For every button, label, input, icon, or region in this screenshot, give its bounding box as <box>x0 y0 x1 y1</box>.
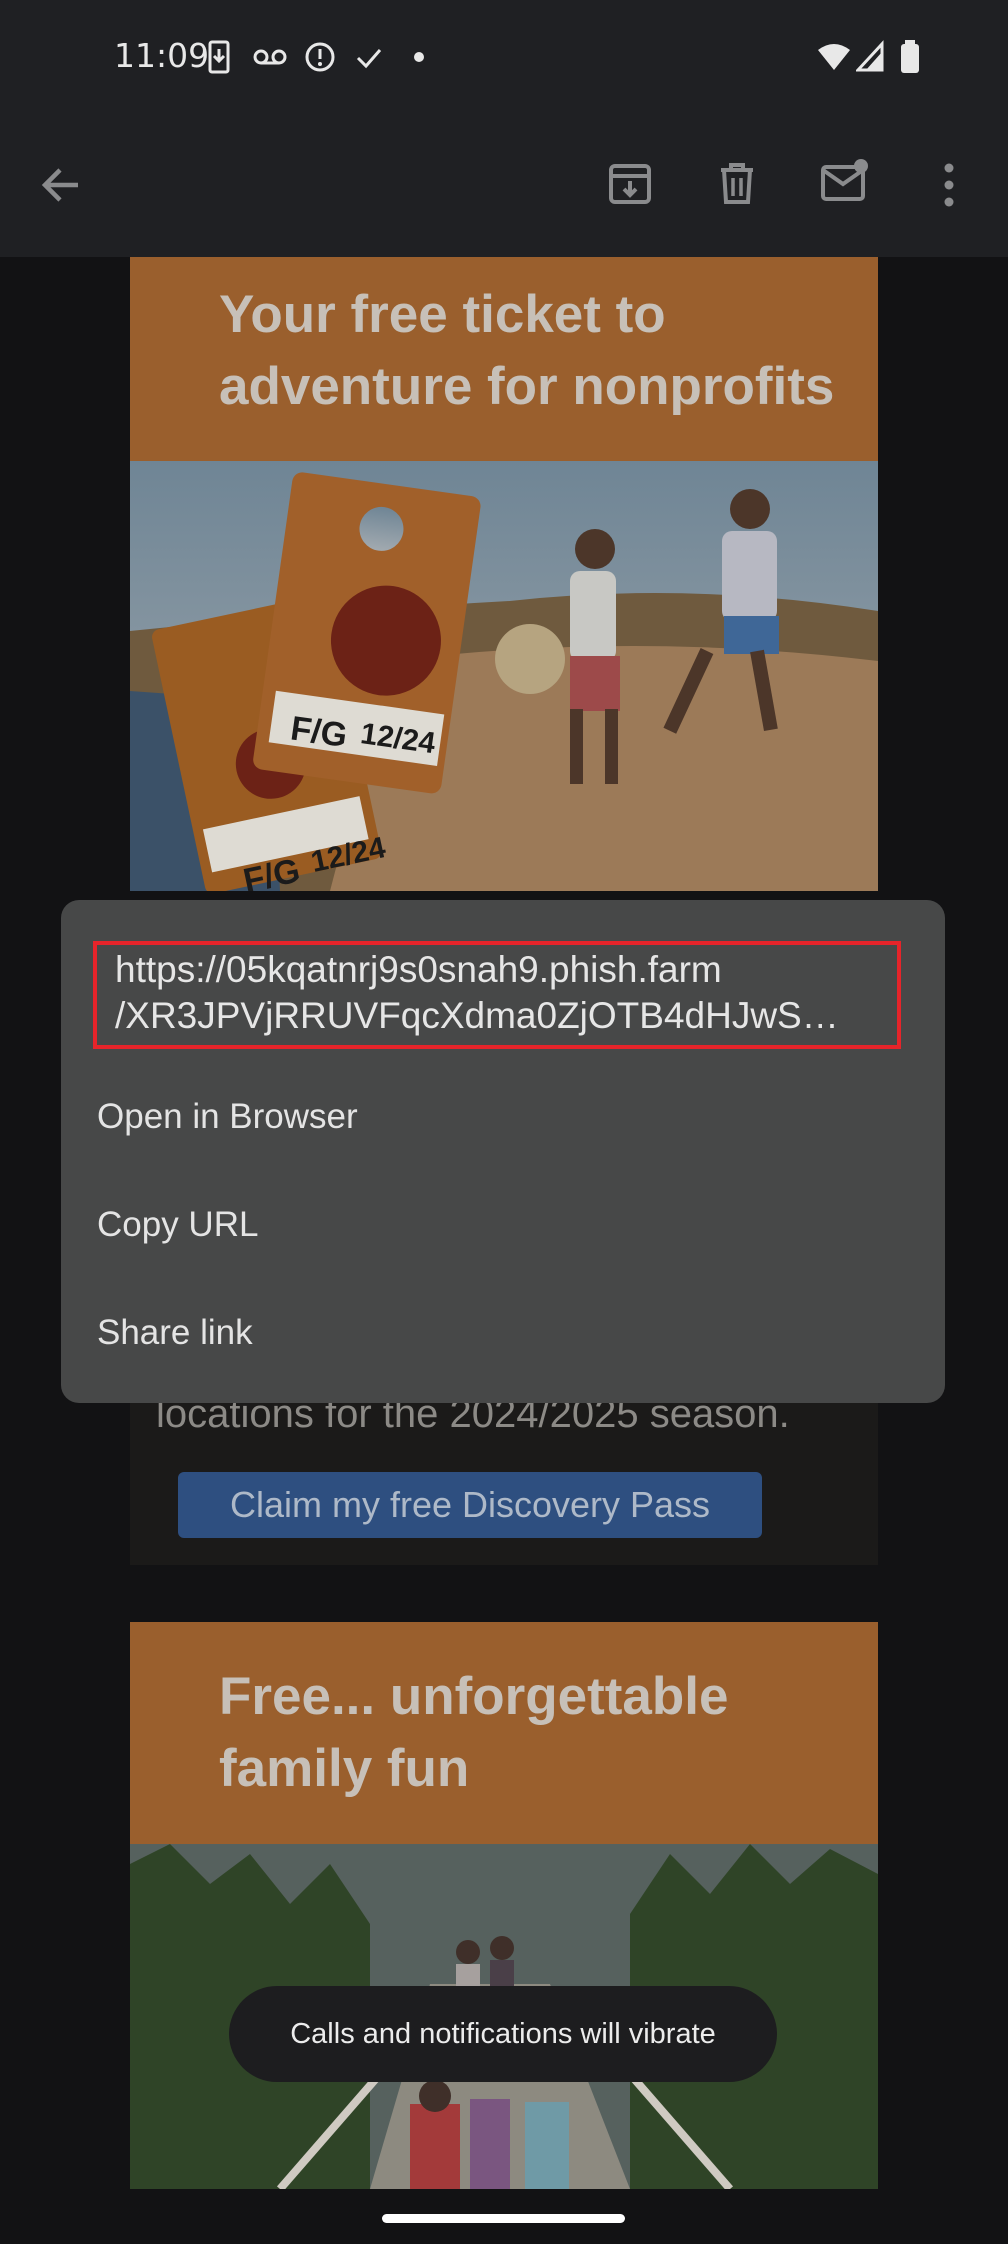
beach-pass-image[interactable]: F/G 12/24 F/G 12/24 <box>130 461 878 891</box>
url-line-2: /XR3JPVjRRUVFqcXdma0ZjOTB4dHJwS… <box>115 995 839 1036</box>
battery-icon <box>901 40 919 73</box>
more-vert-icon[interactable] <box>940 162 958 208</box>
app-bar <box>0 112 1008 257</box>
mark-unread-icon[interactable] <box>820 158 870 204</box>
vibrate-toast: Calls and notifications will vibrate <box>229 1986 777 2082</box>
pass-label-2: F/G <box>288 709 349 755</box>
signal-icon <box>856 40 884 72</box>
card2-title-line1: Free... unforgettable <box>219 1667 729 1726</box>
menu-item-share-link[interactable]: Share link <box>97 1313 253 1353</box>
back-arrow-icon[interactable] <box>38 162 84 208</box>
claim-pass-button[interactable]: Claim my free Discovery Pass <box>178 1472 762 1538</box>
check-icon <box>356 49 382 69</box>
menu-item-open-in-browser[interactable]: Open in Browser <box>97 1097 358 1137</box>
download-icon <box>208 40 230 74</box>
voicemail-icon <box>253 49 287 65</box>
wifi-icon <box>818 44 850 70</box>
status-bar: 11:09 <box>0 0 1008 112</box>
archive-icon[interactable] <box>607 161 653 207</box>
dot-icon <box>414 52 424 62</box>
card1-title-line2: adventure for nonprofits <box>219 357 835 416</box>
card1-title-line1: Your free ticket to <box>219 285 666 344</box>
delete-icon[interactable] <box>716 160 758 206</box>
menu-item-copy-url[interactable]: Copy URL <box>97 1205 258 1245</box>
card2-title-line2: family fun <box>219 1739 470 1798</box>
alert-icon <box>305 42 335 72</box>
status-time: 11:09 <box>114 36 210 75</box>
home-indicator[interactable] <box>382 2214 625 2223</box>
url-line-1: https://05kqatnrj9s0snah9.phish.farm <box>115 949 722 990</box>
